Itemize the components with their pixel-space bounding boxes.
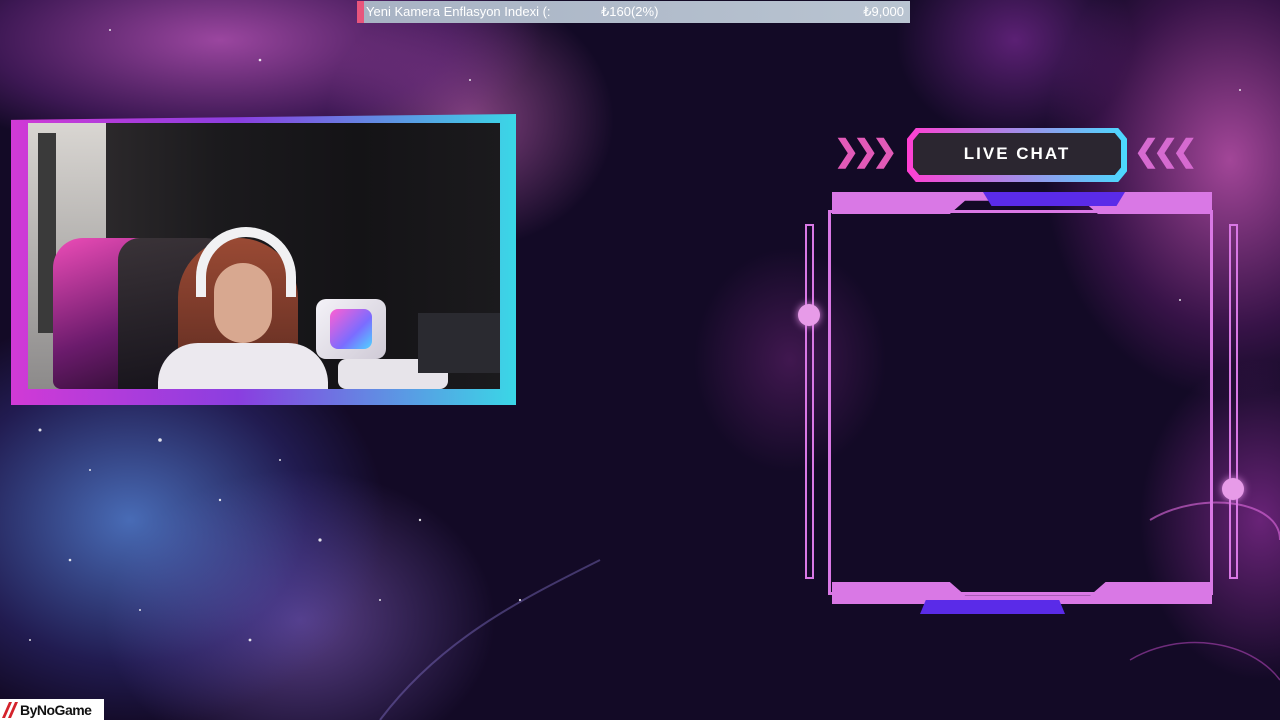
- goal-progress-fill: [357, 1, 364, 23]
- chat-frame-bottom-accent: [920, 600, 1065, 614]
- rail-knob-right: [1222, 478, 1244, 500]
- chat-frame-top-accent: [983, 192, 1125, 206]
- microphone: [316, 299, 386, 359]
- goal-title: Yeni Kamera Enflasyon Indexi (:: [366, 4, 551, 19]
- bynogame-logo-icon: [2, 702, 18, 718]
- bynogame-logo: ByNoGame: [0, 699, 104, 720]
- goal-progress-amount: ₺160(2%): [601, 4, 659, 19]
- chevrons-right-icon: ❮❮❮: [1134, 135, 1197, 168]
- chat-header-label: LIVE CHAT: [963, 144, 1071, 163]
- chat-box: [828, 210, 1213, 595]
- chat-header: LIVE CHAT: [913, 133, 1121, 175]
- webcam-feed: [28, 123, 500, 389]
- goal-target-amount: ₺9,000: [863, 4, 904, 19]
- rail-knob-left: [798, 304, 820, 326]
- chevrons-left-icon: ❯❯❯: [834, 135, 897, 168]
- headset: [196, 227, 296, 297]
- chat-rail-left: [805, 224, 814, 579]
- chat-rail-right: [1229, 224, 1238, 579]
- logo-text: ByNoGame: [20, 701, 92, 718]
- donation-goal-bar: Yeni Kamera Enflasyon Indexi (: ₺160(2%)…: [357, 1, 910, 23]
